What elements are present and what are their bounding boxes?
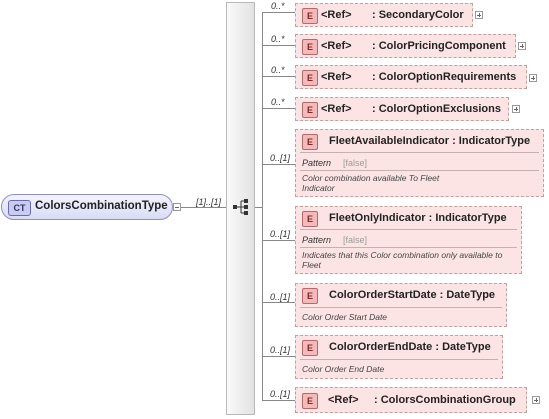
branch-line bbox=[262, 240, 299, 241]
facet-pattern-label: Pattern bbox=[302, 158, 332, 168]
element-badge: E bbox=[302, 134, 318, 150]
expand-toggle[interactable] bbox=[518, 42, 526, 50]
element-badge: E bbox=[302, 288, 318, 304]
element-name: : ColorOptionRequirements bbox=[372, 71, 517, 83]
element-color-order-end-date[interactable]: E ColorOrderEndDate : DateType Color Ord… bbox=[295, 335, 503, 379]
element-documentation: Color combination available To Fleet Ind… bbox=[302, 173, 440, 193]
sequence-icon bbox=[233, 199, 248, 215]
element-badge: E bbox=[302, 102, 318, 118]
ref-label: <Ref> bbox=[321, 9, 352, 21]
multiplicity-label: 0..[1] bbox=[270, 153, 291, 163]
card-divider bbox=[300, 229, 517, 230]
element-name: ColorOrderEndDate : DateType bbox=[329, 341, 491, 353]
element-badge: E bbox=[302, 39, 318, 55]
branch-line bbox=[262, 76, 299, 77]
connector-line bbox=[181, 207, 226, 208]
card-divider bbox=[300, 247, 517, 248]
ref-label: <Ref> bbox=[321, 40, 352, 52]
facet-pattern: Pattern [false] bbox=[302, 158, 367, 168]
facet-pattern-label: Pattern bbox=[302, 235, 332, 245]
element-secondary-color[interactable]: E <Ref> : SecondaryColor bbox=[295, 3, 473, 27]
expand-toggle[interactable] bbox=[512, 105, 520, 113]
connector-line bbox=[255, 207, 262, 208]
branch-trunk bbox=[262, 12, 263, 400]
element-name: : ColorPricingComponent bbox=[372, 40, 506, 52]
element-badge: E bbox=[302, 8, 318, 24]
element-documentation: Color Order End Date bbox=[302, 364, 385, 374]
facet-pattern-value: [false] bbox=[343, 158, 368, 168]
expand-toggle[interactable] bbox=[532, 396, 540, 404]
element-name: : SecondaryColor bbox=[372, 9, 464, 21]
element-fleet-only-indicator[interactable]: E FleetOnlyIndicator : IndicatorType Pat… bbox=[295, 206, 522, 274]
card-divider bbox=[300, 359, 498, 360]
multiplicity-label: 0..[1] bbox=[270, 292, 291, 302]
branch-line bbox=[262, 108, 299, 109]
expand-toggle[interactable] bbox=[529, 74, 537, 82]
element-name: ColorOrderStartDate : DateType bbox=[329, 289, 496, 301]
complex-type-node[interactable]: CT ColorsCombinationType bbox=[1, 194, 173, 220]
complex-type-name: ColorsCombinationType bbox=[35, 200, 168, 212]
multiplicity-label: 0..* bbox=[271, 65, 285, 75]
element-name: : ColorOptionExclusions bbox=[372, 103, 501, 115]
card-divider bbox=[300, 152, 539, 153]
root-multiplicity: [1]..[1] bbox=[196, 197, 222, 207]
element-badge: E bbox=[302, 340, 318, 356]
card-divider bbox=[300, 170, 539, 171]
element-documentation: Indicates that this Color combination on… bbox=[302, 250, 503, 270]
multiplicity-label: 0..* bbox=[271, 1, 285, 11]
element-badge: E bbox=[302, 393, 318, 409]
multiplicity-label: 0..* bbox=[271, 97, 285, 107]
branch-line bbox=[262, 12, 299, 13]
ref-label: <Ref> bbox=[321, 103, 352, 115]
card-divider bbox=[300, 307, 502, 308]
ref-label: <Ref> bbox=[321, 71, 352, 83]
element-color-order-start-date[interactable]: E ColorOrderStartDate : DateType Color O… bbox=[295, 283, 507, 327]
element-documentation: Color Order Start Date bbox=[302, 312, 388, 322]
facet-pattern-value: [false] bbox=[343, 235, 368, 245]
element-color-pricing-component[interactable]: E <Ref> : ColorPricingComponent bbox=[295, 34, 516, 58]
element-badge: E bbox=[302, 211, 318, 227]
element-name: FleetOnlyIndicator : IndicatorType bbox=[329, 212, 507, 224]
ref-label: <Ref> bbox=[328, 394, 359, 406]
multiplicity-label: 0..[1] bbox=[270, 345, 291, 355]
expand-toggle[interactable] bbox=[475, 11, 483, 19]
branch-line bbox=[262, 400, 299, 401]
branch-line bbox=[262, 302, 299, 303]
facet-pattern: Pattern [false] bbox=[302, 235, 367, 245]
complex-type-badge: CT bbox=[8, 200, 31, 216]
multiplicity-label: 0..[1] bbox=[270, 229, 291, 239]
multiplicity-label: 0..* bbox=[271, 34, 285, 44]
multiplicity-label: 0..[1] bbox=[270, 389, 291, 399]
element-name: : ColorsCombinationGroup bbox=[374, 394, 516, 406]
branch-line bbox=[262, 164, 299, 165]
branch-line bbox=[262, 356, 299, 357]
element-color-option-requirements[interactable]: E <Ref> : ColorOptionRequirements bbox=[295, 65, 527, 89]
element-colors-combination-group[interactable]: E <Ref> : ColorsCombinationGroup bbox=[295, 387, 527, 413]
branch-line bbox=[262, 45, 299, 46]
collapse-toggle[interactable] bbox=[173, 203, 181, 211]
element-badge: E bbox=[302, 70, 318, 86]
element-fleet-available-indicator[interactable]: E FleetAvailableIndicator : IndicatorTyp… bbox=[295, 129, 544, 197]
element-color-option-exclusions[interactable]: E <Ref> : ColorOptionExclusions bbox=[295, 97, 509, 121]
element-name: FleetAvailableIndicator : IndicatorType bbox=[329, 135, 531, 147]
